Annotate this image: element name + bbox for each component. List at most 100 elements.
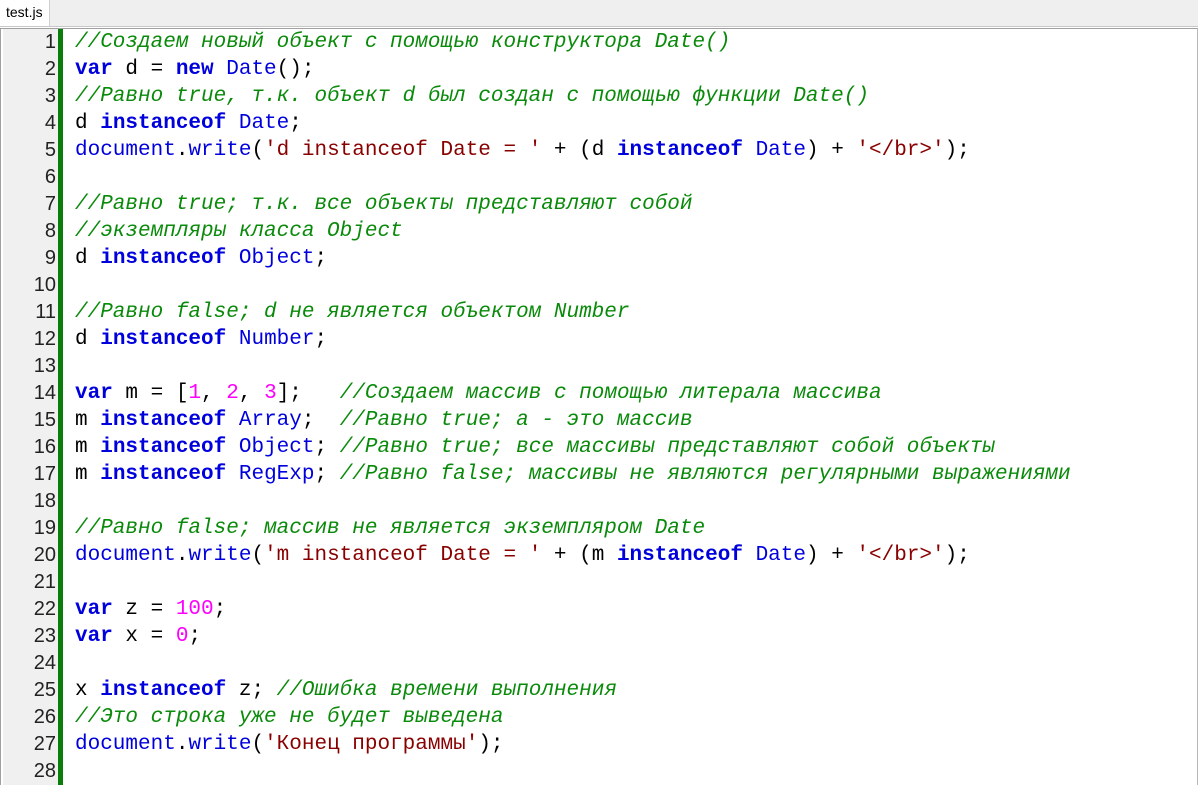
line-number: 9 [44,247,56,269]
line-number: 3 [44,85,56,107]
code-text: , [238,382,265,405]
code-line[interactable]: 2 var d = new Date(); [1,56,1197,83]
comment: //Это строка уже не будет выведена [75,706,504,729]
code-content: document.write('m instanceof Date = ' + … [75,542,970,569]
comment: //Равно true; т.к. все объекты представл… [75,193,693,216]
code-text: . [175,733,189,756]
code-text: (); [276,58,315,81]
code-line[interactable]: 5 document.write('d instanceof Date = ' +… [1,137,1197,164]
code-line[interactable]: 15 m instanceof Array; //Равно true; a - … [1,407,1197,434]
identifier: Date [226,58,277,81]
identifier: RegExp [238,463,315,486]
code-text: . [175,544,189,567]
code-content: //Равно true; т.к. все объекты представл… [75,191,693,218]
line-number: 14 [33,382,56,404]
code-line[interactable]: 17 m instanceof RegExp; //Равно false; ма… [1,461,1197,488]
code-line[interactable]: 18 [1,488,1197,515]
code-line[interactable]: 22 var z = 100; [1,596,1197,623]
code-line[interactable]: 26 //Это строка уже не будет выведена [1,704,1197,731]
code-text: + (m [541,544,617,567]
line-number: 5 [44,139,56,161]
code-line[interactable]: 21 [1,569,1197,596]
line-number: 23 [33,625,56,647]
number-literal: 3 [264,382,277,405]
number-literal: 1 [188,382,202,405]
keyword: var [75,625,113,648]
code-line[interactable]: 25 x instanceof z; //Ошибка времени выпол… [1,677,1197,704]
code-text: ; [314,328,328,351]
code-lines[interactable]: 1 //Создаем новый объект с помощью констр… [1,29,1197,785]
code-line[interactable]: 8 //экземпляры класса Object [1,218,1197,245]
string-literal: 'm instanceof Date = ' [264,544,542,567]
code-line[interactable]: 27 document.write('Конец программы'); [1,731,1197,758]
line-number: 15 [33,409,56,431]
code-content: //Создаем новый объект с помощью констру… [75,29,730,56]
code-text: + (d [541,139,617,162]
line-number: 25 [33,679,56,701]
keyword: instanceof [100,463,227,486]
line-number: 7 [44,193,56,215]
code-text: ( [251,733,265,756]
line-number: 21 [33,571,56,593]
code-line[interactable]: 13 [1,353,1197,380]
number-literal: 100 [175,598,214,621]
comment: //Равно false; массив не является экземп… [75,517,706,540]
identifier: Object [238,436,315,459]
identifier: document [75,733,176,756]
code-line[interactable]: 20 document.write('m instanceof Date = ' … [1,542,1197,569]
identifier: Number [238,328,315,351]
code-text: d [75,112,101,135]
tab-test-js[interactable]: test.js [0,0,50,26]
line-number: 8 [44,220,56,242]
keyword: instanceof [100,247,227,270]
code-line[interactable]: 9 d instanceof Object; [1,245,1197,272]
code-content: d instanceof Object; [75,245,327,272]
code-text: d [75,247,101,270]
code-line[interactable]: 10 [1,272,1197,299]
code-line[interactable]: 4d instanceof Date; [1,110,1197,137]
code-text: d [75,328,101,351]
code-text: ); [944,544,970,567]
line-number: 28 [33,760,56,782]
line-number: 10 [33,274,56,296]
line-number: 6 [44,166,56,188]
code-content: //Равно true, т.к. объект d был создан с… [75,83,869,110]
code-content: //экземпляры класса Object [75,218,403,245]
keyword: new [175,58,214,81]
code-line[interactable]: 12 d instanceof Number; [1,326,1197,353]
code-line[interactable]: 16 m instanceof Object; //Равно true; все… [1,434,1197,461]
line-number: 13 [33,355,56,377]
comment: //Ошибка времени выполнения [276,679,617,702]
code-line[interactable]: 24 [1,650,1197,677]
code-line[interactable]: 28 [1,758,1197,785]
code-content: var x = 0; [75,623,201,650]
code-line[interactable]: 14 var m = [1, 2, 3]; //Создаем массив с … [1,380,1197,407]
code-text: m [75,436,101,459]
string-literal: 'Конец программы' [264,733,479,756]
code-line[interactable]: 3 //Равно true, т.к. объект d был создан … [1,83,1197,110]
line-number: 17 [33,463,56,485]
code-text: z; [226,679,277,702]
line-number: 24 [33,652,56,674]
keyword: var [75,598,113,621]
code-text: ; [289,112,302,135]
line-number: 2 [44,58,56,80]
line-number: 12 [33,328,56,350]
identifier: write [188,733,252,756]
comment: //Равно false; массивы не являются регул… [339,463,1071,486]
line-number: 1 [44,31,56,53]
code-line[interactable]: 6 [1,164,1197,191]
code-line[interactable]: 1 //Создаем новый объект с помощью констр… [1,29,1197,56]
code-line[interactable]: 23 var x = 0; [1,623,1197,650]
identifier: Array [238,409,302,432]
code-text: ) + [806,139,857,162]
code-line[interactable]: 19 //Равно false; массив не является экзе… [1,515,1197,542]
code-line[interactable]: 11 //Равно false; d не является объектом … [1,299,1197,326]
code-editor[interactable]: 1 //Создаем новый объект с помощью констр… [0,28,1198,785]
keyword: instanceof [616,139,743,162]
code-line[interactable]: 7 //Равно true; т.к. все объекты представ… [1,191,1197,218]
comment: //Равно true, т.к. объект d был создан с… [75,85,869,108]
